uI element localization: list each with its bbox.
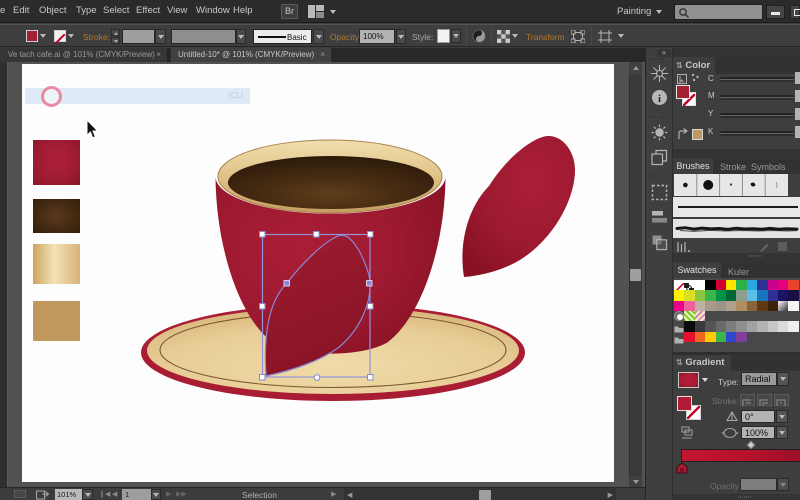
svg-text:i: i	[658, 93, 661, 105]
